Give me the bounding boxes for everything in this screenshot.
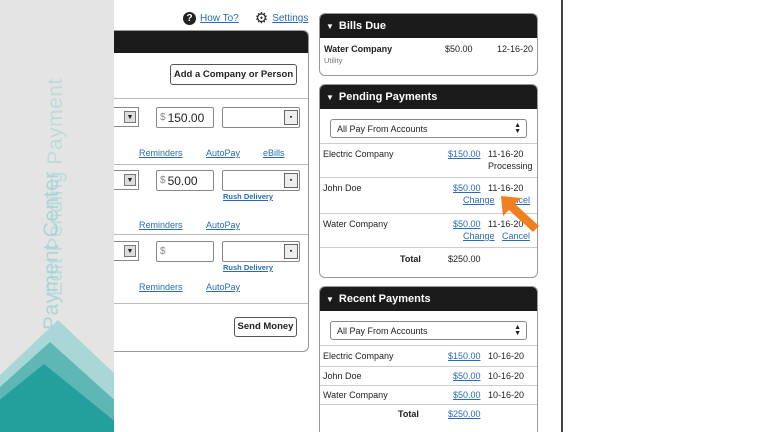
select-value: All Pay From Accounts xyxy=(337,123,428,134)
payment-amount-link[interactable]: $50.00 xyxy=(453,219,481,229)
autopay-link[interactable]: AutoPay xyxy=(206,220,240,230)
gear-icon[interactable]: ⚙ xyxy=(255,11,268,26)
triangle-down-icon: ▼ xyxy=(326,294,334,304)
panel-title: Recent Payments xyxy=(338,293,431,305)
select-caret-icon: ▲ ▼ xyxy=(514,122,521,135)
chevron-down-icon: ▼ xyxy=(124,245,136,257)
pay-from-select[interactable]: ▼ xyxy=(114,107,139,127)
left-sidebar: Payment Center Edit Pending Payment xyxy=(0,0,114,432)
payment-date: 11-16-20 xyxy=(488,149,524,159)
payee-name: Electric Company xyxy=(323,149,394,159)
total-label: Total xyxy=(400,254,421,264)
help-icon[interactable]: ? xyxy=(183,12,196,25)
payee-name: John Doe xyxy=(323,371,362,381)
amount-value: 150.00 xyxy=(167,110,205,125)
bill-amount: $50.00 xyxy=(445,44,473,54)
autopay-link[interactable]: AutoPay xyxy=(206,148,240,158)
payment-date: 10-16-20 xyxy=(488,390,525,400)
triangle-down-icon: ▼ xyxy=(326,21,334,31)
how-to-link[interactable]: How To? xyxy=(200,13,239,24)
payment-amount-link[interactable]: $50.00 xyxy=(453,371,481,381)
divider xyxy=(114,98,308,99)
panel-title: Bills Due xyxy=(338,20,386,32)
recent-payments-panel: ▼ Recent Payments All Pay From Accounts ▲… xyxy=(319,286,538,432)
top-links: ? How To? ⚙ Settings xyxy=(183,11,308,26)
pay-from-select[interactable]: ▼ xyxy=(114,241,139,261)
ebills-link[interactable]: eBills xyxy=(263,148,285,158)
pending-payments-header[interactable]: ▼ Pending Payments xyxy=(320,85,537,109)
divider xyxy=(114,303,308,304)
currency-symbol: $ xyxy=(160,246,166,257)
payment-amount-link[interactable]: $50.00 xyxy=(453,390,481,400)
pending-payments-panel: ▼ Pending Payments All Pay From Accounts … xyxy=(319,84,538,278)
currency-symbol: $ xyxy=(160,112,166,123)
decorative-triangle xyxy=(0,364,114,432)
payee-name: John Doe xyxy=(323,183,362,193)
bill-category: Utility xyxy=(324,56,343,65)
select-caret-icon: ▲ ▼ xyxy=(514,324,521,337)
calendar-icon[interactable]: ▪ xyxy=(284,173,298,188)
rush-delivery-link[interactable]: Rush Delivery xyxy=(223,263,273,272)
total-value[interactable]: $250.00 xyxy=(448,409,481,419)
panel-title: Pending Payments xyxy=(338,91,438,103)
total-label: Total xyxy=(398,409,419,419)
calendar-icon[interactable]: ▪ xyxy=(284,110,298,125)
calendar-icon[interactable]: ▪ xyxy=(284,244,298,259)
pay-bills-panel: Add a Company or Person ▼ $150.00 ▪ y Re… xyxy=(114,30,309,352)
send-money-button[interactable]: Send Money xyxy=(234,317,297,337)
payee-name: Water Company xyxy=(323,219,388,229)
settings-link[interactable]: Settings xyxy=(272,13,308,24)
triangle-down-icon: ▼ xyxy=(326,92,334,102)
autopay-link[interactable]: AutoPay xyxy=(206,282,240,292)
pay-from-select[interactable]: ▼ xyxy=(114,170,139,190)
divider xyxy=(320,177,537,178)
divider xyxy=(114,234,308,235)
divider xyxy=(114,164,308,165)
select-value: All Pay From Accounts xyxy=(337,325,428,336)
amount-input[interactable]: $150.00 xyxy=(156,107,214,128)
divider xyxy=(320,404,537,405)
add-company-button[interactable]: Add a Company or Person xyxy=(170,64,297,85)
divider xyxy=(320,247,537,248)
page-divider xyxy=(561,0,563,432)
date-input[interactable]: ▪ xyxy=(222,107,300,128)
payment-date: 10-16-20 xyxy=(488,371,525,381)
date-input[interactable]: ▪ xyxy=(222,241,300,262)
payment-date: 10-16-20 xyxy=(488,351,525,361)
divider xyxy=(320,385,537,386)
chevron-down-icon: ▼ xyxy=(124,174,136,186)
divider xyxy=(320,345,537,346)
payee-name: Water Company xyxy=(323,390,388,400)
total-value: $250.00 xyxy=(448,254,481,264)
payment-amount-link[interactable]: $150.00 xyxy=(448,351,481,361)
bill-payee: Water Company xyxy=(324,44,393,54)
payee-name: Electric Company xyxy=(323,351,394,361)
bills-due-panel: ▼ Bills Due Water Company $50.00 12-16-20… xyxy=(319,13,538,76)
divider xyxy=(320,366,537,367)
bill-due-date: 12-16-20 xyxy=(497,44,534,54)
amount-input[interactable]: $ xyxy=(156,241,214,262)
divider xyxy=(320,143,537,144)
pay-panel-header xyxy=(114,31,308,53)
chevron-down-icon: ▼ xyxy=(124,111,136,123)
payment-amount-link[interactable]: $50.00 xyxy=(453,183,481,193)
date-input[interactable]: ▪ xyxy=(222,170,300,191)
pay-from-accounts-select[interactable]: All Pay From Accounts ▲ ▼ xyxy=(330,119,527,138)
payment-amount-link[interactable]: $150.00 xyxy=(448,149,481,159)
change-link[interactable]: Change xyxy=(463,231,495,241)
arrow-cursor-icon xyxy=(501,196,539,232)
currency-symbol: $ xyxy=(160,175,166,186)
payment-status: Processing xyxy=(488,161,533,171)
reminders-link[interactable]: Reminders xyxy=(139,282,183,292)
rush-delivery-link[interactable]: Rush Delivery xyxy=(223,192,273,201)
amount-input[interactable]: $50.00 xyxy=(156,170,214,191)
sidebar-title-edit-pending: Edit Pending Payment xyxy=(44,78,67,296)
reminders-link[interactable]: Reminders xyxy=(139,220,183,230)
change-link[interactable]: Change xyxy=(463,195,495,205)
reminders-link[interactable]: Reminders xyxy=(139,148,183,158)
recent-payments-header[interactable]: ▼ Recent Payments xyxy=(320,287,537,311)
amount-value: 50.00 xyxy=(167,173,198,188)
bills-due-header[interactable]: ▼ Bills Due xyxy=(320,14,537,38)
pay-from-accounts-select[interactable]: All Pay From Accounts ▲ ▼ xyxy=(330,321,527,340)
